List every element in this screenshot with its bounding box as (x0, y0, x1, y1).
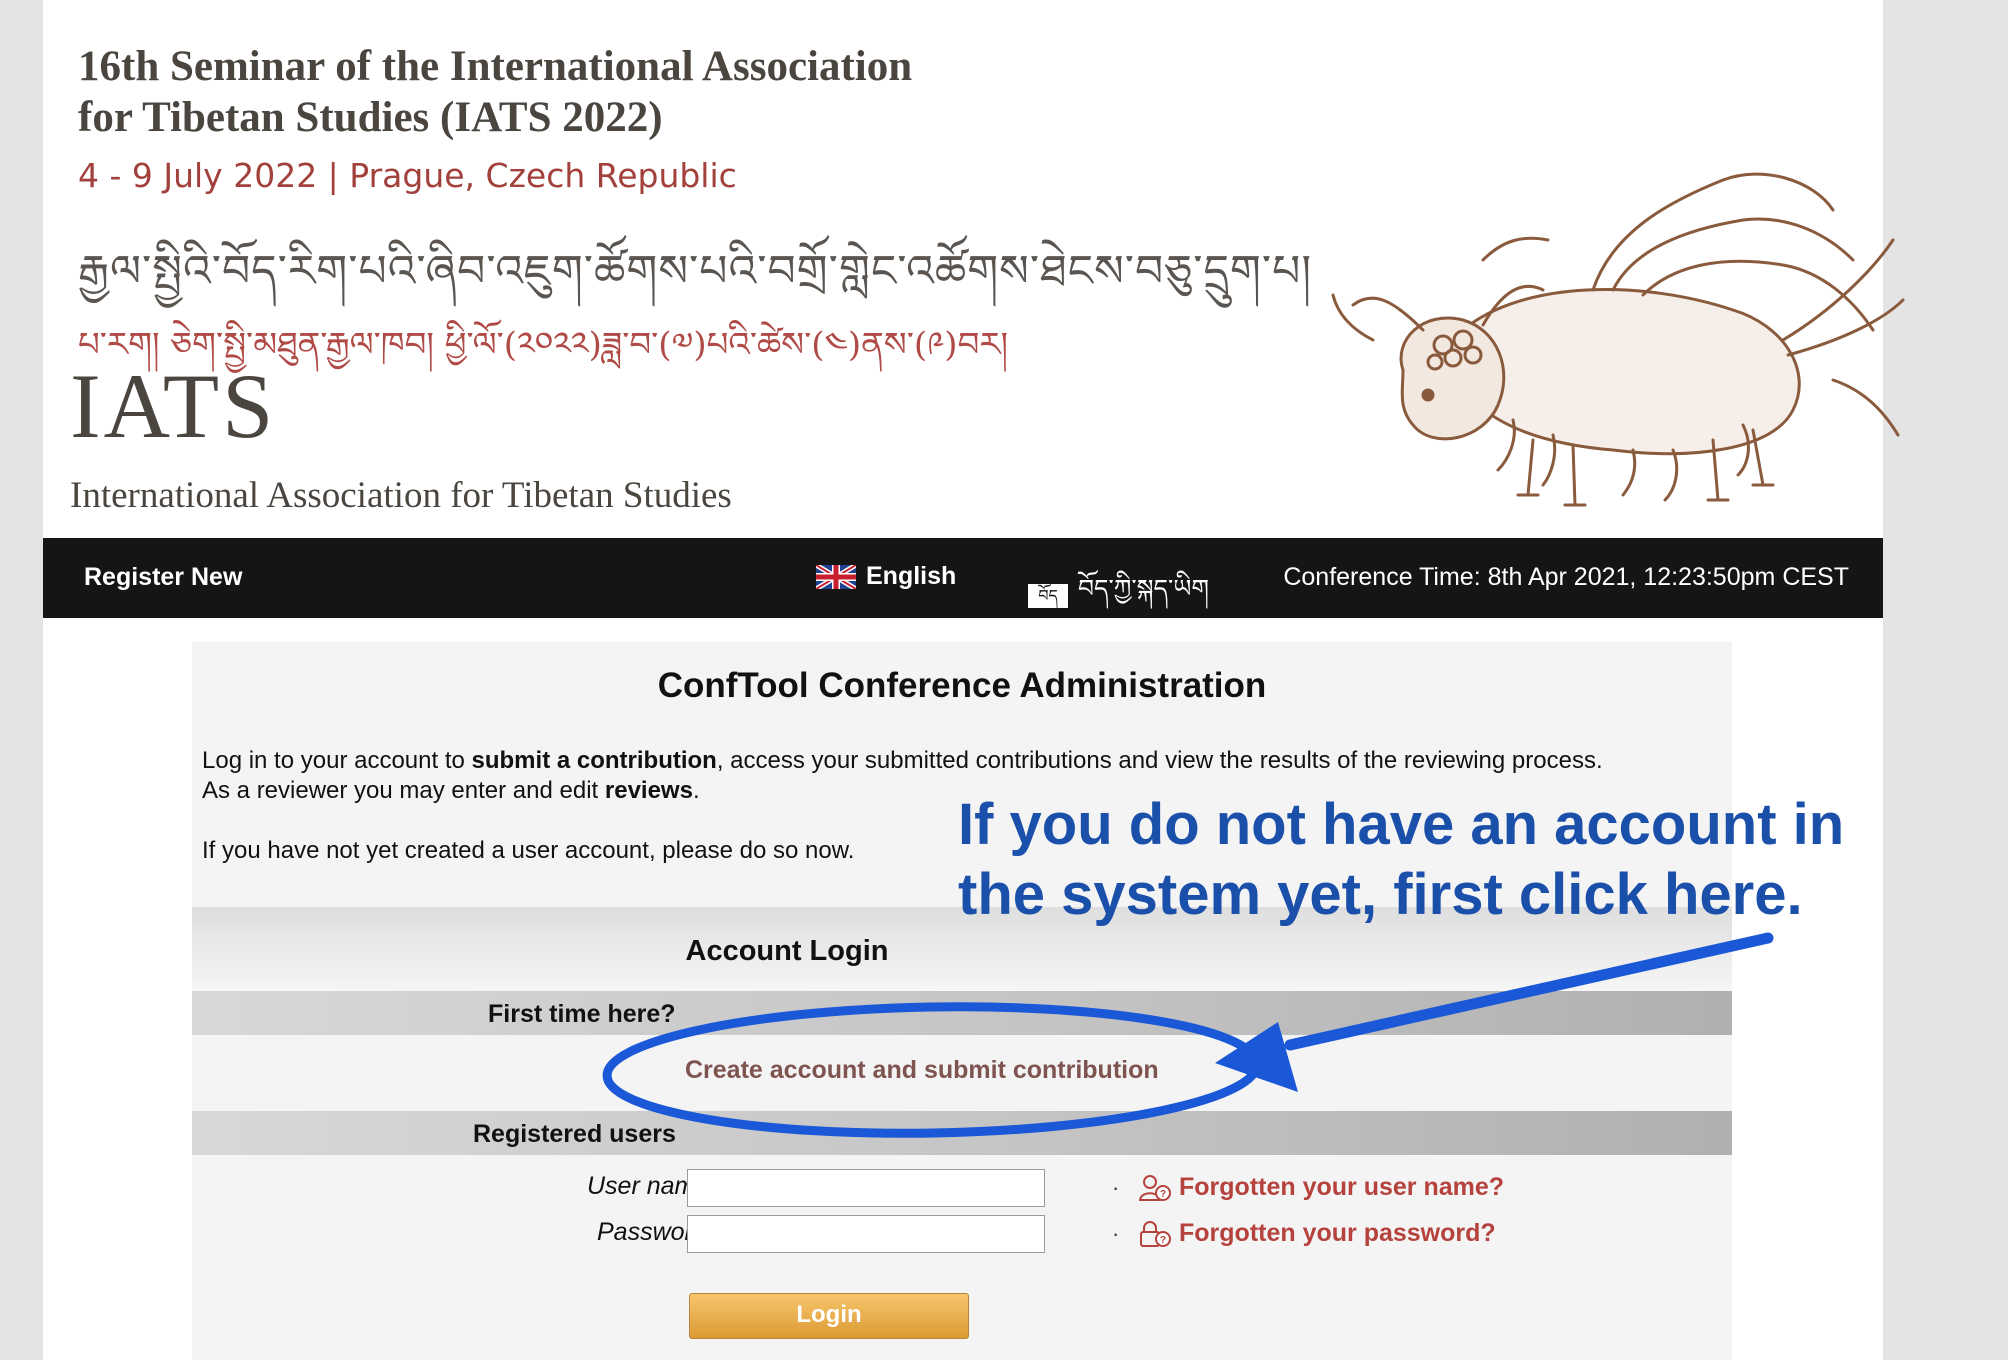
intro-2-text: As a reviewer you may enter and edit (202, 777, 605, 804)
create-account-row: Create account and submit contribution (192, 1035, 1732, 1111)
conference-title-line-1: 16th Seminar of the International Associ… (78, 43, 913, 90)
conference-time-label: Conference Time: (1283, 563, 1481, 591)
language-tibetan-link[interactable]: བོད བོད་ཀྱི་སྐད་ཡིག (1028, 560, 1209, 631)
header-banner: 16th Seminar of the International Associ… (43, 0, 1905, 538)
forgot-username-label: Forgotten your user name? (1179, 1173, 1505, 1201)
yak-illustration (1331, 172, 1905, 507)
separator-dot: · (1112, 1175, 1120, 1200)
separator-dot: · (1112, 1221, 1120, 1246)
conference-date-location: 4 - 9 July 2022 | Prague, Czech Republic (78, 156, 737, 195)
organization-name: International Association for Tibetan St… (70, 475, 732, 516)
first-time-bar: First time here? (192, 991, 1732, 1035)
password-input[interactable] (687, 1215, 1045, 1253)
intro-1-bold: submit a contribution (471, 747, 717, 774)
svg-text:?: ? (1160, 1189, 1166, 1200)
iats-logo: IATS (70, 355, 277, 457)
lock-help-icon: ? (1140, 1220, 1171, 1247)
language-english-link[interactable]: English (816, 562, 956, 591)
create-account-link[interactable]: Create account and submit contribution (685, 1056, 1159, 1085)
conference-title-line-2: for Tibetan Studies (IATS 2022) (78, 94, 663, 141)
registered-users-bar: Registered users (192, 1111, 1732, 1155)
forgot-password-link[interactable]: ? Forgotten your password? (1139, 1219, 1496, 1248)
main-content: ConfTool Conference Administration Log i… (192, 642, 1732, 1360)
first-time-label: First time here? (488, 1000, 676, 1028)
annotation-line-2: the system yet, first click here. (958, 862, 1803, 927)
intro-2-text-end: . (692, 777, 700, 804)
conference-time-zone: CEST (1782, 563, 1849, 591)
annotation-line-1: If you do not have an account in (958, 792, 1845, 857)
intro-2-bold: reviews (604, 777, 693, 804)
login-button[interactable]: Login (689, 1293, 969, 1339)
uk-flag-icon (816, 564, 856, 589)
svg-text:?: ? (1160, 1235, 1166, 1246)
register-new-link[interactable]: Register New (84, 563, 242, 592)
forgot-username-link[interactable]: ? Forgotten your user name? (1139, 1173, 1504, 1202)
page: 16th Seminar of the International Associ… (43, 0, 1905, 1360)
user-help-icon: ? (1139, 1174, 1171, 1201)
conference-time-value: 8th Apr 2021, 12:23:50pm (1487, 563, 1776, 591)
conference-time: Conference Time: 8th Apr 2021, 12:23:50p… (1283, 563, 1849, 592)
forgot-password-label: Forgotten your password? (1179, 1219, 1496, 1247)
intro-1-text: Log in to your account to (202, 747, 472, 774)
annotation-callout: If you do not have an account in the sys… (958, 790, 1878, 930)
intro-1-text-end: , access your submitted contributions an… (716, 747, 1603, 774)
intro-line-2: As a reviewer you may enter and edit rev… (202, 777, 700, 805)
username-input[interactable] (687, 1169, 1045, 1207)
tibetan-flag-icon: བོད (1028, 583, 1068, 608)
navbar: Register New English བོད བོད་ཀྱི་སྐད་ཡིག… (43, 538, 1883, 618)
language-english-label: English (866, 562, 957, 590)
page-title: ConfTool Conference Administration (657, 666, 1267, 705)
language-tibetan-label: བོད་ཀྱི་སྐད་ཡིག (1078, 574, 1209, 603)
registered-users-label: Registered users (473, 1120, 676, 1148)
intro-line-3: If you have not yet created a user accou… (202, 837, 855, 864)
account-login-title: Account Login (685, 935, 889, 967)
intro-line-1: Log in to your account to submit a contr… (202, 747, 1603, 775)
